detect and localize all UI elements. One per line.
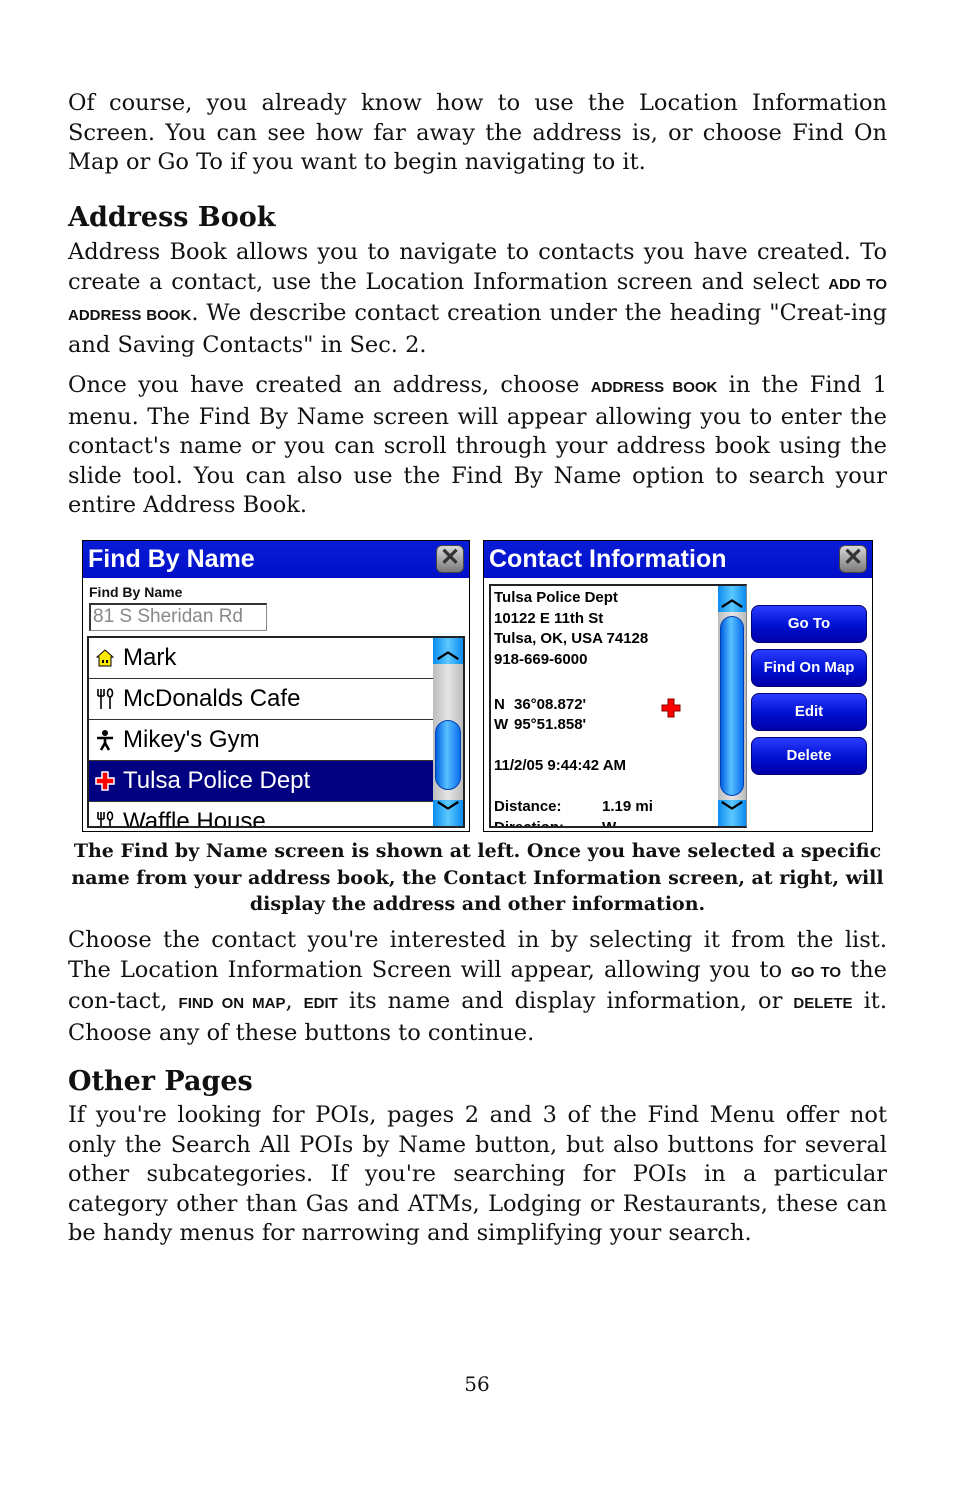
- scroll-up-arrow-icon[interactable]: ︿: [718, 586, 746, 612]
- find-by-name-screen: Find By Name ✕ Find By Name 81 S Sherida…: [82, 540, 470, 832]
- list-item-selected[interactable]: Tulsa Police Dept: [89, 761, 435, 802]
- item-label: Waffle House: [123, 808, 266, 828]
- contact-name: Tulsa Police Dept: [494, 589, 618, 606]
- heading-address-book: Address Book: [68, 202, 276, 233]
- go-to-button[interactable]: Go To: [751, 605, 867, 643]
- lon-dir: W: [494, 716, 509, 733]
- lat-dir: N: [494, 695, 505, 713]
- command-delete: Delete: [793, 995, 853, 1012]
- contact-phone: 918-669-6000: [494, 650, 588, 668]
- item-label: Mark: [123, 644, 177, 671]
- field-label: Find By Name: [89, 584, 183, 600]
- contact-details-panel: Tulsa Police Dept 10122 E 11th St Tulsa,…: [489, 584, 747, 828]
- page-number: 56: [464, 1372, 490, 1396]
- text: ,: [285, 988, 304, 1014]
- delete-button[interactable]: Delete: [751, 737, 867, 775]
- command-edit: Edit: [303, 995, 338, 1012]
- list-scrollbar[interactable]: ︿ ﹀: [433, 638, 463, 826]
- direction-value: W: [602, 818, 617, 828]
- details-scrollbar[interactable]: ︿ ﹀: [718, 586, 746, 826]
- address-book-paragraph-2: Once you have created an address, choose…: [68, 371, 887, 521]
- scroll-down-arrow-icon[interactable]: ﹀: [718, 800, 746, 826]
- title-bar: Find By Name ✕: [83, 541, 469, 578]
- close-x-icon[interactable]: ✕: [839, 545, 867, 573]
- item-label: McDonalds Cafe: [123, 685, 301, 712]
- command-find-on-map: Find On Map: [178, 995, 286, 1012]
- text: . We describe contact creation under the…: [68, 300, 888, 358]
- latitude: N 36°08.872': [494, 695, 714, 716]
- distance: Distance: 1.19 mi: [494, 797, 714, 818]
- list-item[interactable]: Waffle House: [89, 802, 435, 828]
- distance-label: Distance:: [494, 798, 562, 815]
- red-cross-icon: [661, 698, 681, 718]
- intro-paragraph: Of course, you already know how to use t…: [68, 90, 887, 175]
- address-book-paragraph-1: Address Book allows you to navigate to c…: [68, 238, 887, 360]
- command-address-book: Address Book: [590, 379, 718, 396]
- other-pages-paragraph: If you're looking for POIs, pages 2 and …: [68, 1102, 887, 1246]
- figure-caption: The Find by Name screen is shown at left…: [71, 840, 884, 915]
- list-item[interactable]: McDonalds Cafe: [89, 679, 435, 720]
- house-icon: [93, 649, 117, 667]
- heading-other-pages: Other Pages: [68, 1066, 253, 1097]
- screen-title: Contact Information: [489, 545, 727, 573]
- timestamp: 11/2/05 9:44:42 AM: [494, 757, 627, 774]
- text: Address Book allows you to navigate to c…: [68, 239, 887, 295]
- screen-title: Find By Name: [88, 545, 255, 573]
- scroll-up-arrow-icon[interactable]: ︿: [433, 638, 463, 664]
- find-by-name-input[interactable]: 81 S Sheridan Rd: [89, 603, 267, 631]
- lat-value: 36°08.872': [514, 695, 587, 713]
- direction-label: Direction:: [494, 818, 565, 828]
- lon-value: 95°51.858': [514, 716, 587, 733]
- fork-knife-icon: [93, 811, 117, 826]
- distance-value: 1.19 mi: [602, 798, 653, 815]
- edit-button[interactable]: Edit: [751, 693, 867, 731]
- person-icon: [93, 729, 117, 751]
- direction: Direction: W: [494, 818, 714, 828]
- list-item[interactable]: Mark: [89, 638, 435, 679]
- text: Choose the contact you're interested in …: [68, 927, 887, 983]
- longitude: W 95°51.858': [494, 715, 714, 736]
- title-bar: Contact Information ✕: [484, 541, 872, 578]
- close-x-icon[interactable]: ✕: [436, 545, 464, 573]
- fork-knife-icon: [93, 688, 117, 710]
- list-item[interactable]: Mikey's Gym: [89, 720, 435, 761]
- contact-information-screen: Contact Information ✕ Tulsa Police Dept …: [483, 540, 873, 832]
- text: its name and display information, or: [337, 988, 794, 1014]
- choose-paragraph: Choose the contact you're interested in …: [68, 926, 887, 1048]
- scroll-down-arrow-icon[interactable]: ﹀: [433, 800, 463, 826]
- command-go-to: Go To: [791, 963, 842, 981]
- address-list: Mark McDonalds Cafe Mikey's Gym Tulsa Po…: [87, 636, 465, 828]
- scroll-thumb[interactable]: [720, 616, 744, 796]
- item-label: Mikey's Gym: [123, 726, 260, 753]
- contact-street: 10122 E 11th St: [494, 609, 604, 627]
- red-cross-icon: [93, 771, 117, 791]
- scroll-thumb[interactable]: [435, 720, 461, 790]
- text: Once you have created an address, choose: [68, 372, 591, 398]
- contact-city: Tulsa, OK, USA 74128: [494, 630, 649, 647]
- find-on-map-button[interactable]: Find On Map: [751, 649, 867, 687]
- item-label: Tulsa Police Dept: [123, 767, 311, 794]
